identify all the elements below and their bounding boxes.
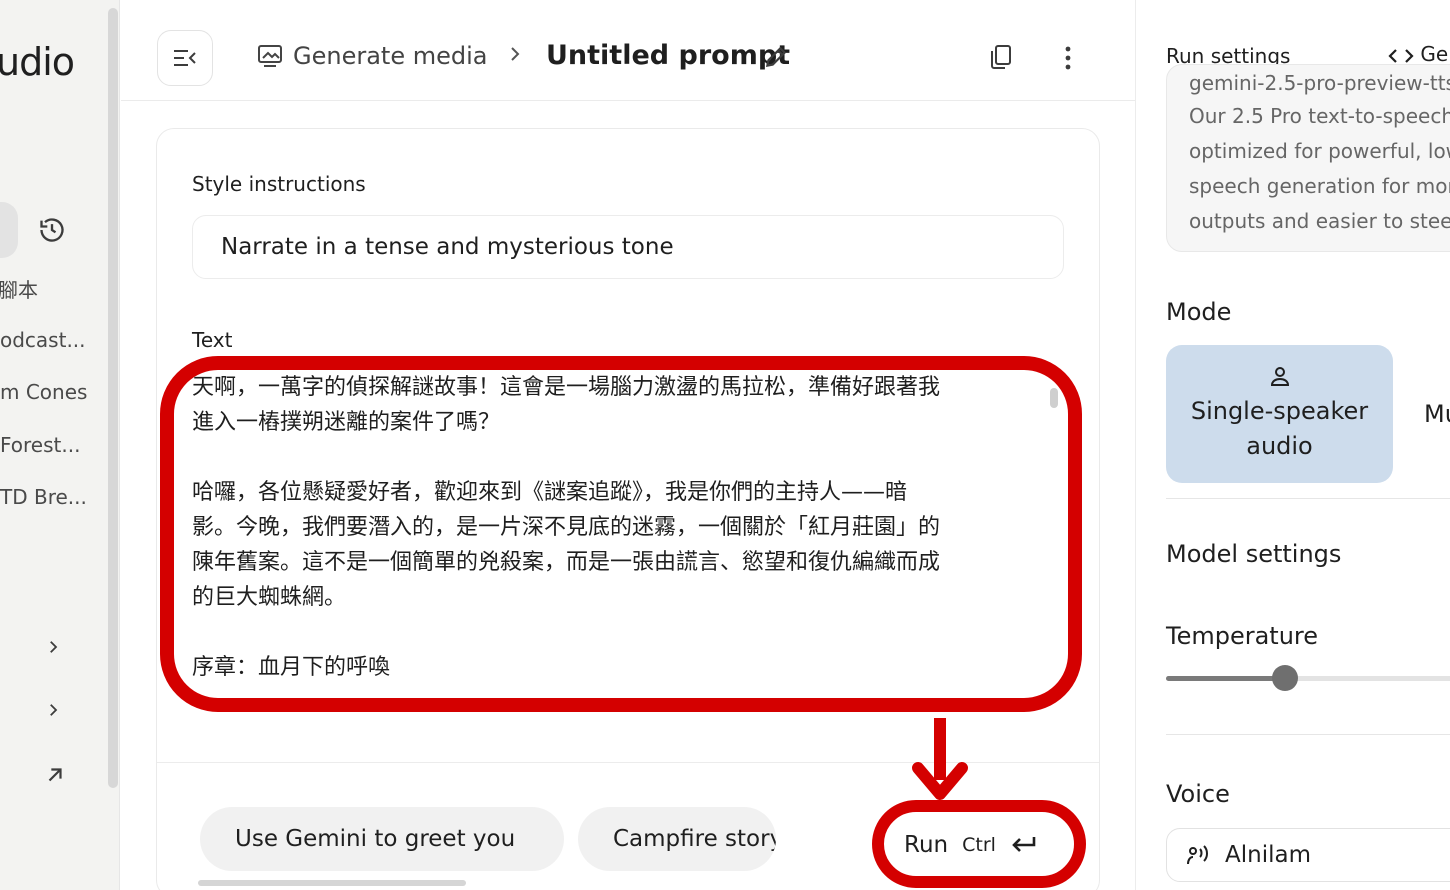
style-instructions-label: Style instructions — [192, 172, 366, 196]
model-settings-heading: Model settings — [1166, 540, 1342, 568]
sidebar-scrollbar[interactable] — [108, 8, 118, 788]
style-instructions-input[interactable]: Narrate in a tense and mysterious tone — [192, 215, 1064, 279]
model-description: Our 2.5 Pro text-to-speech optimized for… — [1189, 99, 1450, 239]
arrow-up-right-icon[interactable] — [44, 764, 66, 786]
copy-icon[interactable] — [989, 44, 1013, 70]
annotation-highlight-text — [160, 356, 1082, 712]
sidebar-item-script[interactable]: 腳本 — [0, 274, 38, 303]
get-code-label: Ge — [1420, 42, 1449, 66]
person-icon — [1270, 367, 1289, 386]
chevron-right-icon[interactable] — [44, 638, 62, 656]
model-desc-line: outputs and easier to steer — [1189, 209, 1450, 233]
voice-value: Alnilam — [1225, 842, 1311, 868]
breadcrumb-generate-media[interactable]: Generate media — [293, 42, 487, 70]
model-id: gemini-2.5-pro-preview-tts — [1189, 71, 1450, 95]
sidebar-item-forest[interactable]: Forest... — [0, 433, 80, 457]
suggestion-chip-greet[interactable]: Use Gemini to greet you — [200, 807, 564, 871]
mode-multi-speaker-button[interactable]: Mu — [1424, 400, 1450, 428]
annotation-arrow-head-icon — [912, 762, 968, 800]
breadcrumb-chevron-icon — [511, 47, 520, 61]
panel-divider — [1166, 734, 1450, 735]
chevron-right-icon[interactable] — [44, 701, 62, 719]
suggestion-chip-campfire[interactable]: Campfire story — [578, 807, 776, 871]
collapse-menu-icon — [174, 50, 196, 66]
code-icon — [1388, 48, 1414, 63]
temperature-slider-fill — [1166, 676, 1285, 681]
toggle-sidebar-button[interactable] — [157, 30, 213, 86]
model-desc-line: optimized for powerful, low — [1189, 139, 1450, 163]
voice-heading: Voice — [1166, 780, 1230, 808]
model-desc-line: speech generation for more — [1189, 174, 1450, 198]
get-code-button[interactable]: Ge — [1388, 42, 1448, 66]
voice-select[interactable]: Alnilam — [1166, 828, 1450, 882]
sidebar-item-td[interactable]: TD Bre... — [0, 485, 87, 509]
edit-pencil-icon[interactable] — [763, 44, 789, 70]
run-settings-panel: Run settings Ge gemini-2.5-pro-preview-t… — [1135, 0, 1450, 890]
annotation-highlight-run — [872, 800, 1086, 888]
chips-scrollbar[interactable] — [198, 880, 466, 886]
panel-divider — [1166, 498, 1450, 499]
sidebar-item-podcast[interactable]: odcast... — [0, 328, 86, 352]
page-title[interactable]: Untitled prompt — [546, 40, 790, 71]
history-icon[interactable] — [38, 216, 66, 244]
mode-single-label: Single-speaker audio — [1190, 397, 1369, 460]
left-sidebar: udio 腳本 odcast... m Cones Forest... TD B… — [0, 0, 120, 890]
text-label: Text — [192, 328, 233, 352]
sidebar-active-pill[interactable] — [0, 202, 18, 258]
temperature-label: Temperature — [1166, 622, 1319, 650]
mode-single-speaker-button[interactable]: Single-speaker audio — [1166, 345, 1393, 483]
temperature-slider-thumb[interactable] — [1272, 665, 1298, 691]
voice-icon — [1187, 845, 1208, 865]
model-desc-line: Our 2.5 Pro text-to-speech — [1189, 104, 1450, 128]
sidebar-item-cones[interactable]: m Cones — [0, 380, 87, 404]
model-info-card[interactable]: gemini-2.5-pro-preview-tts Our 2.5 Pro t… — [1166, 64, 1450, 252]
image-icon — [258, 45, 282, 67]
mode-heading: Mode — [1166, 298, 1232, 326]
top-header: Generate media Untitled prompt — [121, 0, 1135, 101]
brand-logo-text: udio — [0, 40, 75, 84]
more-vert-icon[interactable] — [1063, 44, 1073, 72]
